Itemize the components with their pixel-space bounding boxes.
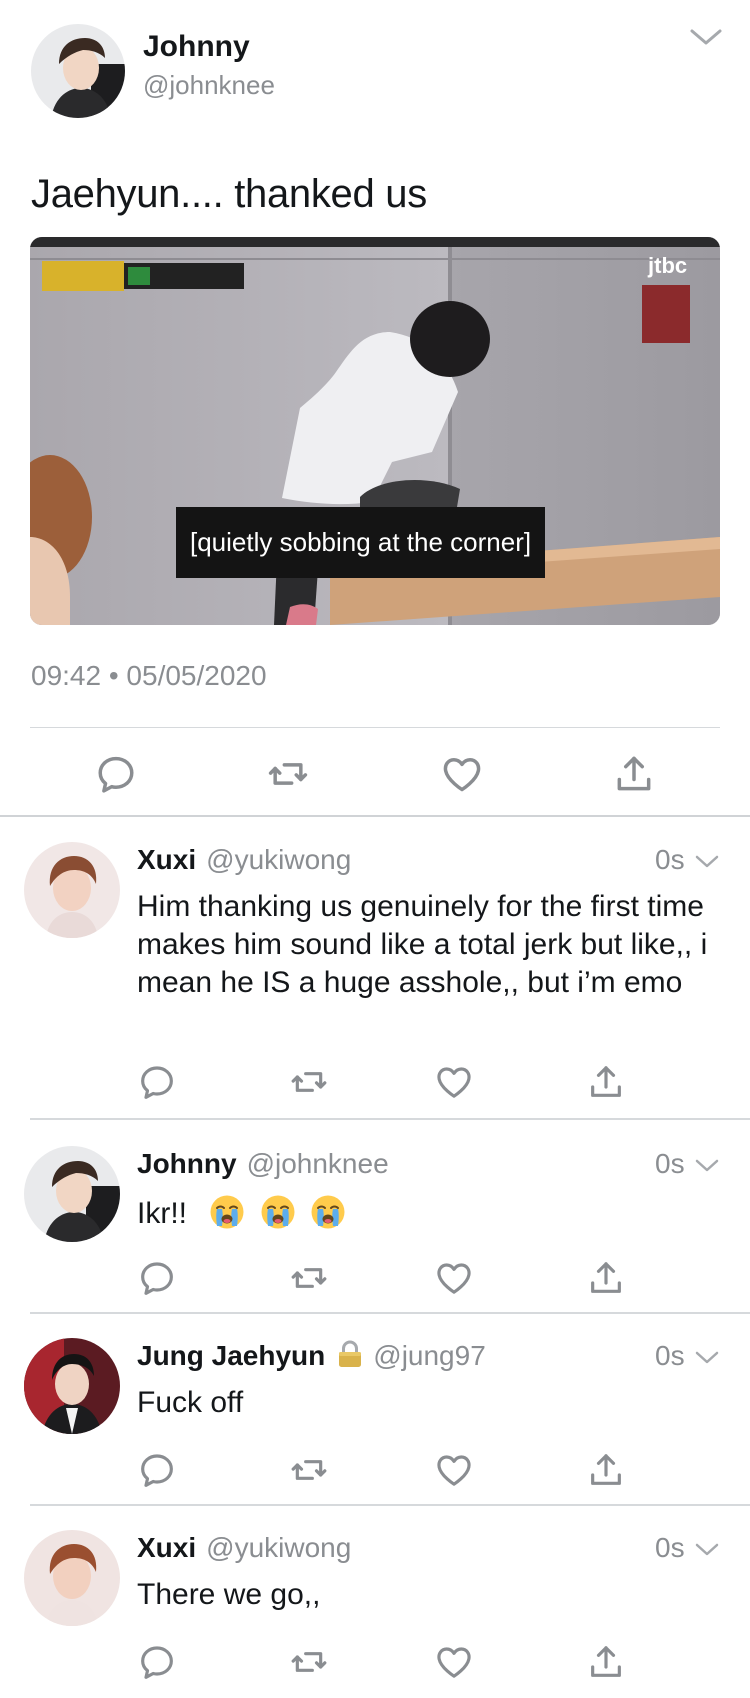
avatar[interactable] xyxy=(24,1338,120,1434)
tweet-text: Jaehyun.... thanked us xyxy=(31,172,427,216)
media-caption: [quietly sobbing at the corner] xyxy=(176,507,546,578)
chevron-down-icon[interactable] xyxy=(695,1542,719,1558)
divider xyxy=(0,815,750,817)
svg-text:jtbc: jtbc xyxy=(647,253,687,278)
reply-text: Him thanking us genuinely for the first … xyxy=(137,890,708,999)
reply-tweet[interactable]: Xuxi @yukiwong 0s There we go,, xyxy=(0,1506,750,1698)
avatar[interactable] xyxy=(31,24,125,118)
like-icon[interactable] xyxy=(434,1642,474,1682)
like-icon[interactable] xyxy=(434,1062,474,1102)
divider xyxy=(30,727,720,728)
reply-actions xyxy=(0,1258,750,1298)
loudly-crying-face-emoji xyxy=(310,1194,346,1230)
loudly-crying-face-emoji xyxy=(260,1194,296,1230)
tweet-timestamp[interactable]: 09:42 • 05/05/2020 xyxy=(31,660,267,692)
retweet-icon[interactable] xyxy=(266,752,310,796)
reply-time: 0s xyxy=(655,1340,685,1371)
author-handle[interactable]: @johnknee xyxy=(247,1148,389,1179)
loudly-crying-face-emoji xyxy=(209,1194,245,1230)
reply-time: 0s xyxy=(655,1532,685,1563)
reply-header: Xuxi @yukiwong xyxy=(137,844,351,876)
reply-tweet[interactable]: Johnny @johnknee 0s Ikr!! xyxy=(0,1122,750,1314)
retweet-icon[interactable] xyxy=(289,1642,329,1682)
author-name[interactable]: Jung Jaehyun xyxy=(137,1340,325,1371)
tweet-actions xyxy=(0,752,750,800)
reply-tweet[interactable]: Xuxi @yukiwong 0s Him thanking us genuine… xyxy=(0,818,750,1120)
reply-actions xyxy=(0,1062,750,1102)
author-handle[interactable]: @yukiwong xyxy=(206,844,351,875)
share-icon[interactable] xyxy=(612,752,656,796)
lock-icon xyxy=(337,1340,363,1368)
reply-header: Xuxi @yukiwong xyxy=(137,1532,351,1564)
main-tweet: Johnny @johnknee Jaehyun.... thanked us xyxy=(0,0,750,818)
reply-actions xyxy=(0,1642,750,1682)
reply-text-container: Ikr!! xyxy=(137,1194,717,1233)
share-icon[interactable] xyxy=(586,1258,626,1298)
retweet-icon[interactable] xyxy=(289,1258,329,1298)
reply-time: 0s xyxy=(655,1148,685,1179)
avatar[interactable] xyxy=(24,1530,120,1626)
retweet-icon[interactable] xyxy=(289,1450,329,1490)
retweet-icon[interactable] xyxy=(289,1062,329,1102)
reply-text: There we go,, xyxy=(137,1578,321,1611)
chevron-down-icon[interactable] xyxy=(695,854,719,870)
author-name[interactable]: Johnny xyxy=(137,1148,237,1179)
reply-icon[interactable] xyxy=(137,1258,177,1298)
reply-text: Fuck off xyxy=(137,1386,244,1419)
author-handle[interactable]: @jung97 xyxy=(373,1340,486,1371)
like-icon[interactable] xyxy=(434,1258,474,1298)
avatar[interactable] xyxy=(24,1146,120,1242)
reply-icon[interactable] xyxy=(137,1062,177,1102)
chevron-down-icon[interactable] xyxy=(689,26,723,48)
reply-time: 0s xyxy=(655,844,685,875)
reply-actions xyxy=(0,1450,750,1490)
reply-icon[interactable] xyxy=(137,1642,177,1682)
like-icon[interactable] xyxy=(440,752,484,796)
author-name[interactable]: Xuxi xyxy=(137,1532,196,1563)
chevron-down-icon[interactable] xyxy=(695,1350,719,1366)
like-icon[interactable] xyxy=(434,1450,474,1490)
reply-header: Johnny @johnknee xyxy=(137,1148,389,1180)
divider xyxy=(30,1118,750,1120)
reply-text: Ikr!! xyxy=(137,1197,187,1230)
share-icon[interactable] xyxy=(586,1450,626,1490)
author-handle[interactable]: @yukiwong xyxy=(206,1532,351,1563)
tweet-media-image[interactable]: jtbc [quietly sobbing at the corner] xyxy=(30,237,720,625)
chevron-down-icon[interactable] xyxy=(695,1158,719,1174)
share-icon[interactable] xyxy=(586,1642,626,1682)
reply-header: Jung Jaehyun @jung97 xyxy=(137,1340,486,1372)
reply-icon[interactable] xyxy=(94,752,138,796)
author-handle[interactable]: @johnknee xyxy=(143,70,275,101)
reply-icon[interactable] xyxy=(137,1450,177,1490)
avatar[interactable] xyxy=(24,842,120,938)
author-name[interactable]: Johnny xyxy=(143,30,250,64)
author-name[interactable]: Xuxi xyxy=(137,844,196,875)
reply-tweet[interactable]: Jung Jaehyun @jung97 0s Fuck off xyxy=(0,1314,750,1506)
share-icon[interactable] xyxy=(586,1062,626,1102)
